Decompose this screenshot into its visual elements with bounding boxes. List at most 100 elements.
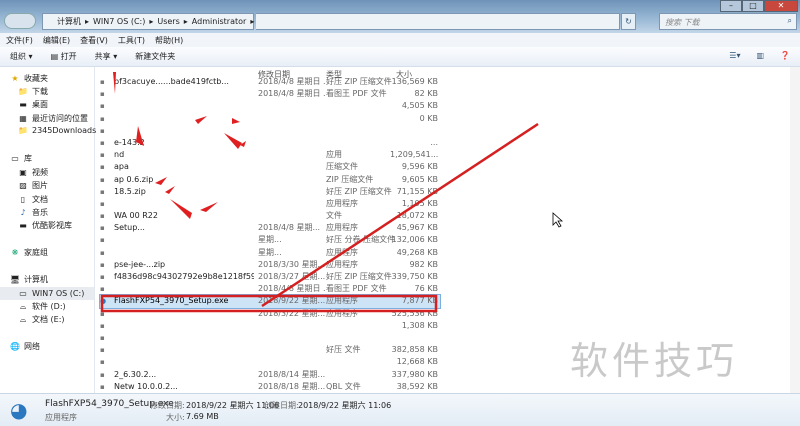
file-type: 应用程序 [326, 259, 358, 269]
file-size: ... [430, 137, 438, 147]
file-row[interactable]: ▪ 应用程序 1,105 KB [100, 198, 440, 210]
file-name: WA 00 R22 [114, 211, 158, 221]
file-size: 9,605 KB [401, 174, 438, 184]
file-row[interactable]: ▪ 好压 文件 382,858 KB [100, 344, 440, 356]
file-icon: ◕ [10, 398, 28, 422]
sidebar-favorites[interactable]: ★ 收藏夹 [10, 73, 48, 84]
file-date: 2018/8/18 星期... [258, 381, 326, 391]
scrollbar[interactable] [790, 67, 800, 393]
file-row[interactable]: ▪ 2_6.30.2... 2018/8/14 星期... 337,980 KB [100, 369, 440, 381]
search-icon: ⌕ [787, 16, 792, 25]
crumb[interactable]: Administrator [192, 17, 247, 26]
back-forward-buttons[interactable] [4, 13, 36, 29]
sidebar-library[interactable]: ▭ 库 [10, 153, 32, 164]
sidebar-item-videos[interactable]: ▣ 视频 [18, 167, 48, 178]
mouse-cursor-icon [552, 212, 564, 228]
sidebar-item-drive-e[interactable]: ⌓ 文档 (E:) [18, 314, 65, 325]
file-row[interactable]: ▪ 星期... 应用程序 49,268 KB [100, 247, 440, 259]
file-date: 星期... [258, 235, 282, 245]
sidebar-item-drive-d[interactable]: ⌓ 软件 (D:) [18, 301, 66, 312]
open-button[interactable]: ▤ 打开 [51, 51, 77, 62]
toolbar: 组织 ▾ ▤ 打开 共享 ▾ 新建文件夹 [0, 47, 800, 67]
file-row[interactable]: ▪ [100, 125, 440, 137]
address-bar[interactable]: 计算机 ▸ WIN7 OS (C:) ▸ Users ▸ Administrator ▸… [42, 13, 282, 30]
file-row[interactable]: ▪ 1,308 KB [100, 320, 440, 332]
file-row[interactable]: ▪ ap 0.6.zip ZIP 压缩文件 9,605 KB [100, 174, 440, 186]
menu-tools[interactable]: 工具(T) [118, 35, 145, 46]
file-icon: ▪ [100, 163, 105, 172]
file-row[interactable]: ▪ 2018/4/8 星期日 ... 看图王 PDF 文件 76 KB [100, 283, 440, 295]
sidebar-item-drive-c[interactable]: ▭ WIN7 OS (C:) [0, 287, 94, 300]
file-row[interactable]: ▪ 12,668 KB [100, 356, 440, 368]
file-row[interactable]: ◕ FlashFXP54_3970_Setup.exe 2018/9/22 星期..… [99, 294, 441, 309]
maximize-button[interactable]: □ [742, 0, 764, 12]
file-icon: ▪ [100, 102, 105, 111]
file-row[interactable]: ▪ e-143.2... [100, 137, 440, 149]
menu-view[interactable]: 查看(V) [80, 35, 108, 46]
folder-icon: ▬ [19, 221, 27, 230]
file-row[interactable]: ▪ Netw 10.0.0.2... 2018/8/18 星期... QBL 文件 38… [100, 381, 440, 393]
sidebar-item-2345downloads[interactable]: 📁 2345Downloads [18, 126, 96, 135]
file-row[interactable]: ▪ apa 压缩文件 9,596 KB [100, 161, 440, 173]
details-pane: ◕ FlashFXP54_3970_Setup.exe 应用程序 修改日期: 2… [0, 393, 800, 426]
crumb[interactable]: WIN7 OS (C:) [93, 17, 145, 26]
sidebar-homegroup[interactable]: ❋ 家庭组 [10, 247, 48, 258]
file-row[interactable]: ▪ pse-jee-...zip 2018/3/30 星期... 应用程序 982 KB [100, 259, 440, 271]
sidebar-item-downloads[interactable]: 📁 下载 [18, 86, 48, 97]
picture-icon: ▨ [19, 181, 27, 190]
file-row[interactable]: ▪ 0 KB [100, 113, 440, 125]
file-icon: ◕ [100, 297, 107, 306]
file-size: 982 KB [409, 259, 438, 269]
address-bar-fill[interactable] [256, 13, 620, 30]
minimize-button[interactable]: – [720, 0, 742, 12]
file-row[interactable]: ▪ 18.5.zip 好压 ZIP 压缩文件 71,155 KB [100, 186, 440, 198]
file-row[interactable]: ▪ WA 00 R22 文件 18,072 KB [100, 210, 440, 222]
details-type: 应用程序 [45, 413, 77, 422]
sidebar-computer[interactable]: 🖥 计算机 [10, 274, 48, 285]
sidebar-item-youku[interactable]: ▬ 优酷影视库 [18, 220, 72, 231]
preview-pane-icon[interactable]: ▥ [756, 51, 764, 60]
file-type: 应用程序 [326, 296, 358, 306]
file-size: 382,858 KB [391, 345, 438, 355]
created-label: 创建日期: [264, 401, 299, 410]
file-icon: ▪ [100, 90, 105, 99]
file-row[interactable]: ▪ bf3cacuye......bade419fctb... 2018/4/8 星… [100, 76, 440, 88]
file-row[interactable]: ▪ [100, 332, 440, 344]
sidebar-item-pictures[interactable]: ▨ 图片 [18, 180, 48, 191]
file-row[interactable]: ▪ f4836d98c94302792e9b8e1218f59c03... 2018… [100, 271, 440, 283]
file-row[interactable]: ▪ 4,505 KB [100, 100, 440, 112]
menu-help[interactable]: 帮助(H) [155, 35, 183, 46]
size-label: 大小: [166, 413, 185, 422]
organize-button[interactable]: 组织 ▾ [10, 51, 33, 62]
sidebar-item-recent[interactable]: ▦ 最近访问的位置 [18, 113, 88, 124]
file-date: 2018/3/22 星期... [258, 308, 326, 318]
sidebar-item-documents[interactable]: ▯ 文档 [18, 194, 48, 205]
refresh-icon[interactable]: ↻ [621, 13, 636, 30]
file-icon: ▪ [100, 370, 105, 379]
help-icon[interactable]: ❓ [780, 51, 790, 60]
sidebar-item-desktop[interactable]: ▬ 桌面 [18, 99, 48, 110]
sidebar-item-music[interactable]: ♪ 音乐 [18, 207, 48, 218]
share-button[interactable]: 共享 ▾ [95, 51, 118, 62]
search-input[interactable]: 搜索 下载 ⌕ [659, 13, 797, 30]
view-options-icon[interactable]: ☰▾ [729, 51, 740, 60]
close-button[interactable]: ✕ [764, 0, 798, 12]
library-icon: ▭ [11, 154, 19, 163]
file-name: 18.5.zip [114, 186, 146, 196]
crumb[interactable]: 计算机 [57, 16, 81, 27]
file-row[interactable]: ▪ Setup... 2018/4/8 星期... 应用程序 45,967 KB [100, 222, 440, 234]
new-folder-button[interactable]: 新建文件夹 [135, 51, 175, 62]
network-icon: 🌐 [10, 342, 20, 351]
file-row[interactable]: ▪ 星期... 好压 分卷 压缩文件 132,006 KB [100, 234, 440, 246]
crumb[interactable]: Users [157, 17, 179, 26]
file-row[interactable]: ▪ 2018/4/8 星期日 ... 看图王 PDF 文件 82 KB [100, 88, 440, 100]
video-icon: ▣ [19, 168, 27, 177]
file-name: bf3cacuye......bade419fctb... [114, 77, 229, 86]
sidebar-network[interactable]: 🌐 网络 [10, 341, 40, 352]
star-icon: ★ [11, 74, 19, 83]
file-icon: ▪ [100, 260, 105, 269]
menu-edit[interactable]: 编辑(E) [43, 35, 70, 46]
file-row[interactable]: ▪ 2018/3/22 星期... 应用程序 525,536 KB [100, 308, 440, 320]
file-row[interactable]: ▪ nd 应用 1,209,541... [100, 149, 440, 161]
menu-file[interactable]: 文件(F) [6, 35, 33, 46]
